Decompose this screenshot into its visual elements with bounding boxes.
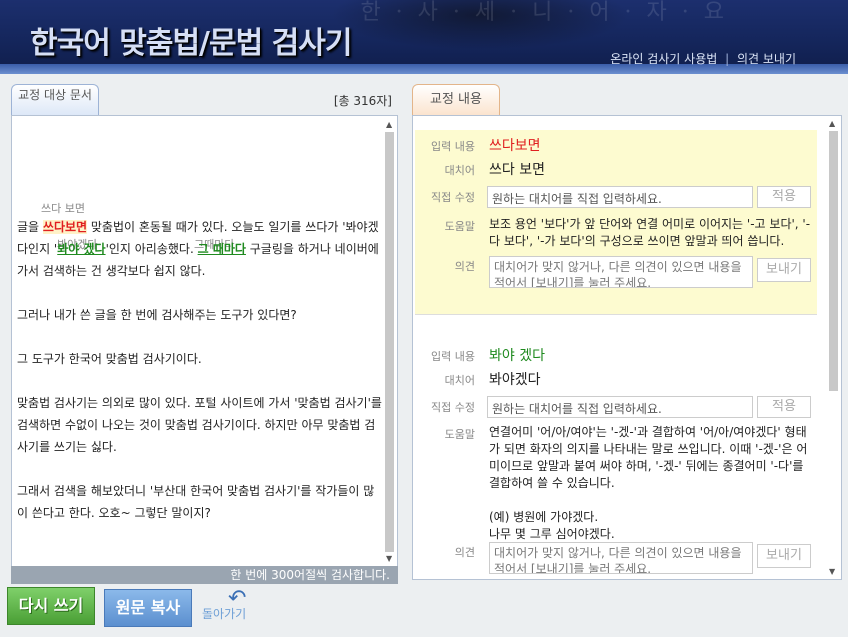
scroll-thumb[interactable]: [829, 131, 838, 391]
scroll-up-icon[interactable]: ▲: [829, 119, 835, 128]
suggestion-1: 쓰다 보면: [41, 202, 85, 215]
edit-input[interactable]: 원하는 대치어를 직접 입력하세요.: [487, 396, 753, 418]
source-footer: 한 번에 300어절씩 검사합니다.: [11, 566, 398, 584]
source-panel: 교정 대상 문서 [총 316자] 쓰다 보면 봐야겠다 그때마다 글을 쓰다보…: [11, 84, 398, 584]
char-count: [총 316자]: [333, 94, 392, 108]
tab-source-document[interactable]: 교정 대상 문서: [11, 84, 99, 116]
scroll-thumb[interactable]: [385, 132, 394, 552]
scroll-down-icon[interactable]: ▼: [829, 567, 835, 576]
card-divider: [415, 314, 817, 315]
link-separator: |: [725, 52, 730, 66]
label-edit: 직접 수정: [431, 401, 475, 414]
help-example-1: (예) 병원에 가야겠다.: [489, 510, 599, 524]
scroll-up-icon[interactable]: ▲: [386, 120, 392, 129]
help-text: 연결어미 '어/아/여야'는 '-겠-'과 결합하여 '어/아/여야겠다' 형태…: [489, 424, 811, 543]
text-segment: '인지 아리송했다.: [105, 242, 198, 256]
help-text: 보조 용언 '보다'가 앞 단어와 연결 어미로 이어지는 '-고 보다', '…: [489, 217, 811, 248]
label-opinion: 의견: [454, 546, 475, 559]
text-segment: 글을: [17, 220, 43, 234]
error-word-1[interactable]: 쓰다보면: [42, 220, 88, 234]
paragraph-3: 그 도구가 한국어 맞춤법 검사기이다.: [17, 352, 202, 366]
rewrite-button[interactable]: 다시 쓰기: [7, 587, 95, 625]
paragraph-5: 그래서 검색을 해보았더니 '부산대 한국어 맞춤법 검사기'를 작가들이 많이…: [17, 484, 375, 520]
apply-button[interactable]: 적용: [757, 186, 811, 208]
scroll-down-icon[interactable]: ▼: [386, 554, 392, 563]
label-help: 도움말: [444, 428, 475, 441]
error-word-2[interactable]: 봐야 겠다: [57, 242, 105, 256]
link-send-feedback[interactable]: 의견 보내기: [737, 52, 796, 66]
back-label: 돌아가기: [202, 607, 247, 621]
corrections-list: 입력 내용 쓰다보면 대치어 쓰다 보면 직접 수정 원하는 대치어를 직접 입…: [412, 115, 842, 580]
help-example-2: 나무 몇 그루 심어야겠다.: [489, 527, 615, 541]
paragraph-1: 글을 쓰다보면 맞춤법이 혼동될 때가 있다. 오늘도 일기를 쓰다가 '봐야겠…: [17, 216, 382, 282]
action-bar: 다시 쓰기 원문 복사 ↶ 돌아가기: [0, 586, 848, 637]
send-button[interactable]: 보내기: [757, 544, 811, 568]
header-watermark: 한 · 사 · 세 · 니 · 어 · 자 · 요: [360, 0, 728, 25]
opinion-input[interactable]: 대치어가 맞지 않거나, 다른 의견이 있으면 내용을 적어서 [보내기]를 눌…: [489, 256, 753, 288]
input-word: 봐야 겠다: [489, 348, 545, 364]
error-word-3[interactable]: 그 때마다: [198, 242, 246, 256]
source-editor[interactable]: 쓰다 보면 봐야겠다 그때마다 글을 쓰다보면 맞춤법이 혼동될 때가 있다. …: [11, 115, 398, 567]
label-edit: 직접 수정: [431, 191, 475, 204]
source-scrollbar[interactable]: ▲ ▼: [383, 118, 395, 566]
copy-original-button[interactable]: 원문 복사: [104, 589, 192, 627]
label-replace: 대치어: [444, 374, 475, 387]
link-usage-guide[interactable]: 온라인 검사기 사용법: [610, 52, 717, 66]
correction-card: 입력 내용 봐야 겠다 대치어 봐야겠다 직접 수정 원하는 대치어를 직접 입…: [415, 336, 817, 576]
label-input: 입력 내용: [431, 350, 475, 363]
correction-card: 입력 내용 쓰다보면 대치어 쓰다 보면 직접 수정 원하는 대치어를 직접 입…: [415, 130, 817, 314]
label-help: 도움말: [444, 220, 475, 233]
source-text: 글을 쓰다보면 맞춤법이 혼동될 때가 있다. 오늘도 일기를 쓰다가 '봐야겠…: [17, 216, 382, 524]
opinion-input[interactable]: 대치어가 맞지 않거나, 다른 의견이 있으면 내용을 적어서 [보내기]를 눌…: [489, 542, 753, 574]
help-body: 연결어미 '어/아/여야'는 '-겠-'과 결합하여 '어/아/여야겠다' 형태…: [489, 425, 808, 490]
paragraph-2: 그러나 내가 쓴 글을 한 번에 검사해주는 도구가 있다면?: [17, 308, 297, 322]
app-header: 한 · 사 · 세 · 니 · 어 · 자 · 요 한국어 맞춤법/문법 검사기…: [0, 0, 848, 74]
header-links: 온라인 검사기 사용법 | 의견 보내기: [608, 50, 798, 67]
corrections-scrollbar[interactable]: ▲ ▼: [826, 117, 840, 578]
app-title: 한국어 맞춤법/문법 검사기: [30, 26, 352, 61]
label-input: 입력 내용: [431, 140, 475, 153]
replace-word[interactable]: 쓰다 보면: [489, 159, 545, 179]
paragraph-4: 맞춤법 검사기는 의외로 많이 있다. 포털 사이트에 가서 '맞춤법 검사기'…: [17, 396, 382, 454]
replace-word[interactable]: 봐야겠다: [489, 369, 541, 389]
label-replace: 대치어: [444, 164, 475, 177]
apply-button[interactable]: 적용: [757, 396, 811, 418]
edit-input[interactable]: 원하는 대치어를 직접 입력하세요.: [487, 186, 753, 208]
send-button[interactable]: 보내기: [757, 258, 811, 282]
tab-corrections[interactable]: 교정 내용: [412, 84, 500, 116]
back-button[interactable]: ↶ 돌아가기: [200, 586, 260, 626]
label-opinion: 의견: [454, 260, 475, 273]
input-word: 쓰다보면: [489, 138, 541, 154]
correction-panel: 교정 내용 입력 내용 쓰다보면 대치어 쓰다 보면 직접 수정 원하는 대치어…: [412, 84, 842, 584]
